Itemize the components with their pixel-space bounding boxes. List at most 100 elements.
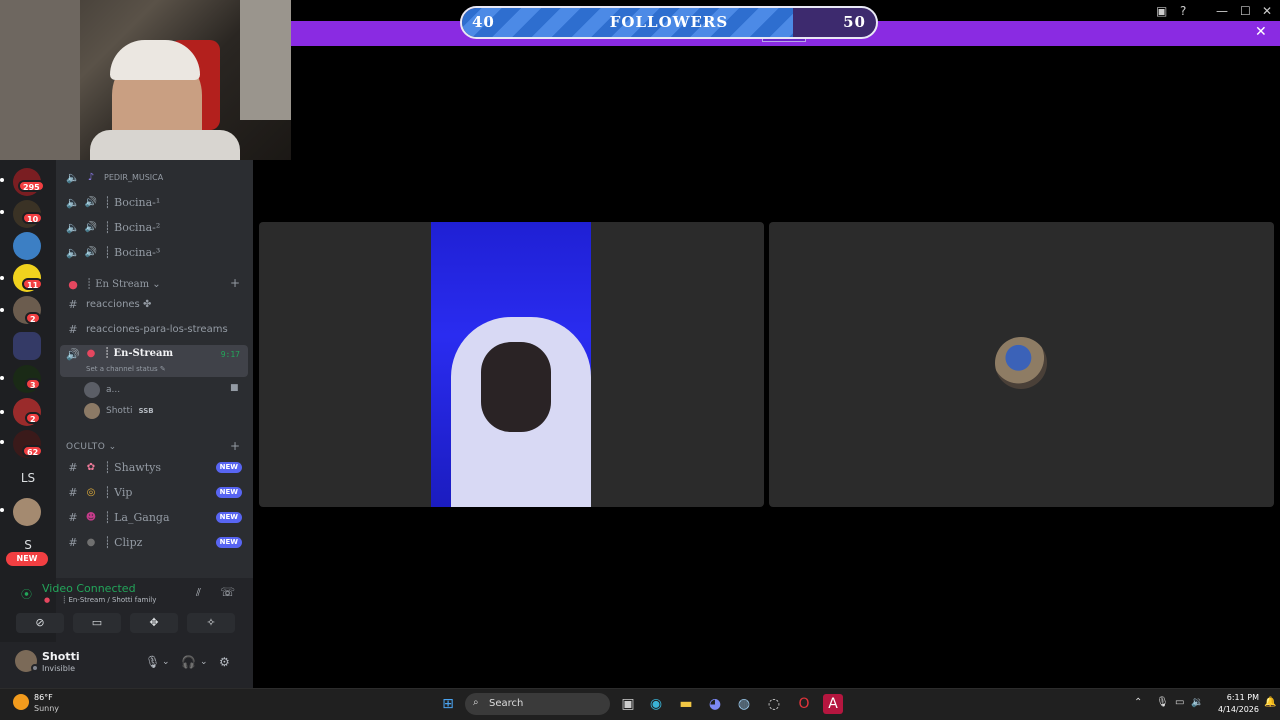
speaker-icon: 🔊 [84, 196, 98, 208]
hash-icon: # [68, 535, 78, 549]
channel-clipz[interactable]: # ● ┊ Clipz NEW [60, 531, 248, 553]
goal-end: 50 [843, 13, 866, 31]
voice-channel-path[interactable]: ┊ En-Stream / Shotti family [62, 596, 156, 604]
camera-off-button[interactable]: ⊘ [16, 613, 64, 633]
server-icon-3[interactable] [13, 232, 41, 260]
participant-avatar [995, 337, 1047, 389]
category-oculto[interactable]: OCULTO ⌄ [66, 442, 117, 452]
network-icon[interactable]: ▭ [1175, 697, 1184, 708]
speaker-icon: 🔈 [66, 220, 80, 234]
weather-sun-icon[interactable] [13, 694, 29, 710]
channel-pedir-musica[interactable]: 🔈 ♪ PEDIR_MUSICA [60, 166, 248, 188]
task-view-icon[interactable]: ▣ [618, 694, 638, 714]
goal-label: FOLLOWERS [609, 13, 729, 31]
channel-vip[interactable]: # ◎ ┊ Vip NEW [60, 481, 248, 503]
share-screen-button[interactable]: ▭ [73, 613, 121, 633]
maximize-icon[interactable]: ☐ [1240, 4, 1251, 18]
channel-reacciones-para-los-streams[interactable]: # reacciones-para-los-streams [60, 318, 248, 340]
user-name[interactable]: Shotti [42, 650, 80, 663]
steam-icon[interactable]: ◍ [734, 694, 754, 714]
weather-temperature[interactable]: 86°F [34, 693, 53, 702]
discord-icon[interactable]: ◕ [705, 694, 725, 714]
video-tile-1[interactable] [259, 222, 764, 507]
new-badge: NEW [215, 461, 242, 473]
red-dot-icon: ● [86, 348, 96, 359]
webcam-overlay [0, 0, 291, 160]
add-channel-icon[interactable]: + [230, 276, 240, 290]
noise-suppression-icon[interactable]: ⫽ [196, 586, 201, 600]
hash-icon: # [68, 485, 78, 499]
settings-gear-icon[interactable]: ⚙ [219, 655, 230, 669]
screen: ✕ 40 FOLLOWERS 50 ▣ ? — ☐ ✕ 295 10 11 2 … [0, 0, 1280, 720]
weather-description: Sunny [34, 704, 60, 713]
strip-close-icon[interactable]: ✕ [1255, 24, 1267, 40]
voice-user-2[interactable]: Shotti SSB [84, 403, 154, 419]
user-status: Invisible [42, 664, 75, 673]
speaker-icon: 🔈 [66, 245, 80, 259]
inbox-icon[interactable]: ▣ [1156, 4, 1167, 18]
red-dot-icon: ● [68, 277, 78, 291]
clock-date[interactable]: 4/14/2026 [1205, 705, 1259, 714]
avatar [84, 382, 100, 398]
volume-icon[interactable]: 🔉 [1191, 697, 1203, 708]
window-close-icon[interactable]: ✕ [1262, 4, 1272, 18]
hash-icon: # [68, 510, 78, 524]
channel-reacciones[interactable]: # reacciones ✤ [60, 293, 248, 315]
add-channel-icon[interactable]: + [230, 439, 240, 453]
edge-icon[interactable]: ◉ [646, 694, 666, 714]
clock-time[interactable]: 6:11 PM [1215, 693, 1259, 702]
red-dot-icon: ● [44, 596, 51, 604]
speaker-icon: 🔈 [66, 170, 80, 184]
chevron-down-icon[interactable]: ⌄ [162, 657, 170, 667]
mic-tray-icon[interactable]: 🎙 [1156, 697, 1169, 708]
music-icon: ♪ [87, 171, 95, 183]
hash-icon: # [68, 322, 78, 336]
channel-en-stream-active[interactable]: 🔊 ● ┊ En-Stream 9:17 Set a channel statu… [60, 345, 248, 377]
disconnect-icon[interactable]: ☏ [220, 585, 235, 599]
channel-shawtys[interactable]: # ✿ ┊ Shawtys NEW [60, 456, 248, 478]
chevron-down-icon[interactable]: ⌄ [200, 657, 208, 667]
channel-la-ganga[interactable]: # ☻ ┊ La_Ganga NEW [60, 506, 248, 528]
new-servers-pill[interactable]: NEW [6, 552, 48, 566]
windows-taskbar [0, 688, 1280, 720]
opera-icon[interactable]: O [794, 694, 814, 714]
show-hidden-icons-icon[interactable]: ⌃ [1134, 697, 1142, 708]
voice-connected-icon: 🔊 [66, 348, 80, 361]
channel-status-prompt[interactable]: Set a channel status ✎ [86, 365, 166, 373]
minimize-icon[interactable]: — [1216, 4, 1228, 18]
speaker-icon: 🔊 [84, 246, 98, 258]
channel-bocina-1[interactable]: 🔈 🔊 ┊ Bocina-¹ [60, 191, 248, 213]
new-badge: NEW [215, 486, 242, 498]
server-badge-5: 2 [25, 312, 41, 324]
server-s[interactable]: S [0, 538, 56, 552]
flower-icon: ✿ [86, 461, 96, 473]
hash-icon: # [68, 460, 78, 474]
microphone-icon[interactable]: 🎙 [145, 655, 160, 669]
new-badge: NEW [215, 511, 242, 523]
server-ls[interactable]: LS [0, 471, 56, 485]
speaker-icon: 🔈 [66, 195, 80, 209]
avatar [84, 403, 100, 419]
channel-bocina-3[interactable]: 🔈 🔊 ┊ Bocina-³ [60, 241, 248, 263]
channel-bocina-2[interactable]: 🔈 🔊 ┊ Bocina-² [60, 216, 248, 238]
soundboard-button[interactable]: ✧ [187, 613, 235, 633]
category-en-stream[interactable]: ● ┊ En Stream ⌄ [60, 273, 248, 295]
start-icon[interactable]: ⊞ [438, 694, 458, 714]
notifications-icon[interactable]: 🔔 [1264, 697, 1276, 708]
server-badge-8: 2 [25, 412, 41, 424]
app-a-icon[interactable]: A [823, 694, 843, 714]
file-explorer-icon[interactable]: ▬ [676, 694, 696, 714]
signal-icon[interactable]: ⦿ [21, 586, 32, 602]
voice-status[interactable]: Video Connected [42, 582, 136, 595]
server-icon-6[interactable] [13, 332, 41, 360]
activities-button[interactable]: ✥ [130, 613, 178, 633]
obs-icon[interactable]: ◌ [764, 694, 784, 714]
video-tile-2[interactable] [769, 222, 1274, 507]
help-icon[interactable]: ? [1180, 4, 1186, 18]
headphones-icon[interactable]: 🎧 [181, 655, 196, 669]
taskbar-search[interactable]: Search [465, 693, 610, 715]
demon-icon: ☻ [85, 511, 97, 523]
voice-user-1[interactable]: a... [84, 382, 120, 398]
new-badge: NEW [215, 536, 242, 548]
server-icon-10[interactable] [13, 498, 41, 526]
